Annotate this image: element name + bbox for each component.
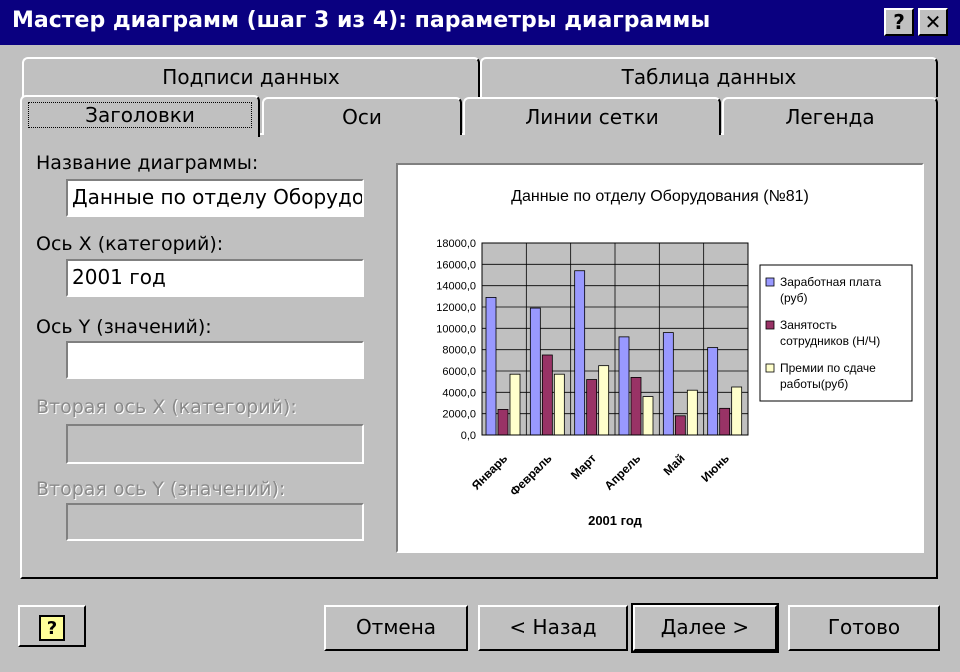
y-tick-label: 2000,0 <box>442 409 476 421</box>
bar <box>598 365 610 436</box>
help-button[interactable]: ? <box>884 8 914 36</box>
window-title: Мастер диаграмм (шаг 3 из 4): параметры … <box>12 8 711 33</box>
back-button[interactable]: < Назад <box>478 605 628 651</box>
tab-data-table-label: Таблица данных <box>621 65 797 89</box>
chart-title-label: Название диаграммы: <box>36 152 259 174</box>
x-tick-label: Январь <box>469 451 510 492</box>
x-tick-label: Июнь <box>698 451 732 485</box>
y2-axis-label: Вторая ось Y (значений): <box>36 478 286 500</box>
bar <box>707 347 719 436</box>
x-axis-input[interactable]: 2001 год <box>66 259 364 297</box>
next-button[interactable]: Далее > <box>631 603 779 653</box>
bar <box>529 307 541 436</box>
bar <box>553 373 565 436</box>
tab-gridlines[interactable]: Линии сетки <box>463 97 721 135</box>
bar <box>574 270 586 436</box>
legend-swatch <box>765 363 775 373</box>
office-assistant-icon: ? <box>39 615 65 641</box>
y2-axis-input <box>66 503 364 541</box>
tab-axes[interactable]: Оси <box>262 97 462 135</box>
y-tick-label: 18000,0 <box>436 238 476 250</box>
y-tick-label: 6000,0 <box>442 366 476 378</box>
close-button[interactable]: ✕ <box>918 8 948 36</box>
x-tick-label: Март <box>568 451 599 482</box>
y-axis-input[interactable] <box>66 341 364 379</box>
bar <box>686 389 698 436</box>
bar <box>497 408 509 436</box>
tab-legend[interactable]: Легенда <box>722 97 938 135</box>
bar <box>630 376 642 436</box>
y-tick-label: 16000,0 <box>436 259 476 271</box>
bar <box>509 373 521 436</box>
y-tick-label: 14000,0 <box>436 281 476 293</box>
tab-data-labels-label: Подписи данных <box>162 65 340 89</box>
bar <box>618 336 630 436</box>
tab-data-labels[interactable]: Подписи данных <box>22 57 480 97</box>
title-bar: Мастер диаграмм (шаг 3 из 4): параметры … <box>0 0 960 45</box>
x-tick-label: Май <box>661 451 688 478</box>
chart-preview: Данные по отделу Оборудования (№81) 0,0 20… <box>396 163 924 553</box>
y-tick-label: 10000,0 <box>436 323 476 335</box>
y-tick-label: 0,0 <box>461 430 476 442</box>
tab-gridlines-label: Линии сетки <box>525 105 659 129</box>
y-tick-label: 4000,0 <box>442 387 476 399</box>
bar <box>586 379 598 436</box>
bar <box>662 332 674 436</box>
chart-title: Данные по отделу Оборудования (№81) <box>511 188 809 205</box>
legend-swatch <box>765 277 775 287</box>
bar <box>731 386 743 436</box>
bar <box>642 396 654 436</box>
tab-titles[interactable]: Заголовки <box>20 95 260 137</box>
tab-legend-label: Легенда <box>785 105 875 129</box>
bar <box>541 354 553 436</box>
cancel-button[interactable]: Отмена <box>324 605 468 651</box>
chart-title-input[interactable]: Данные по отделу Оборудо <box>66 179 364 217</box>
tab-data-table[interactable]: Таблица данных <box>480 57 938 97</box>
y-tick-label: 12000,0 <box>436 302 476 314</box>
x-axis-title: 2001 год <box>588 513 643 528</box>
x2-axis-label: Вторая ось X (категорий): <box>36 396 297 418</box>
x2-axis-input <box>66 424 364 464</box>
chart-svg: Данные по отделу Оборудования (№81) 0,0 20… <box>436 188 913 528</box>
y-axis-label: Ось Y (значений): <box>36 316 212 338</box>
y-tick-label: 8000,0 <box>442 345 476 357</box>
x-tick-label: Февраль <box>507 451 555 499</box>
office-assistant-button[interactable]: ? <box>18 605 86 647</box>
tab-axes-label: Оси <box>342 105 382 129</box>
x-axis-label: Ось X (категорий): <box>36 233 224 255</box>
legend-swatch <box>765 320 775 330</box>
finish-button[interactable]: Готово <box>788 605 940 651</box>
bar <box>674 415 686 436</box>
bar <box>485 296 497 436</box>
bar <box>719 407 731 436</box>
tab-titles-label: Заголовки <box>28 102 252 128</box>
x-tick-label: Апрель <box>602 451 644 493</box>
